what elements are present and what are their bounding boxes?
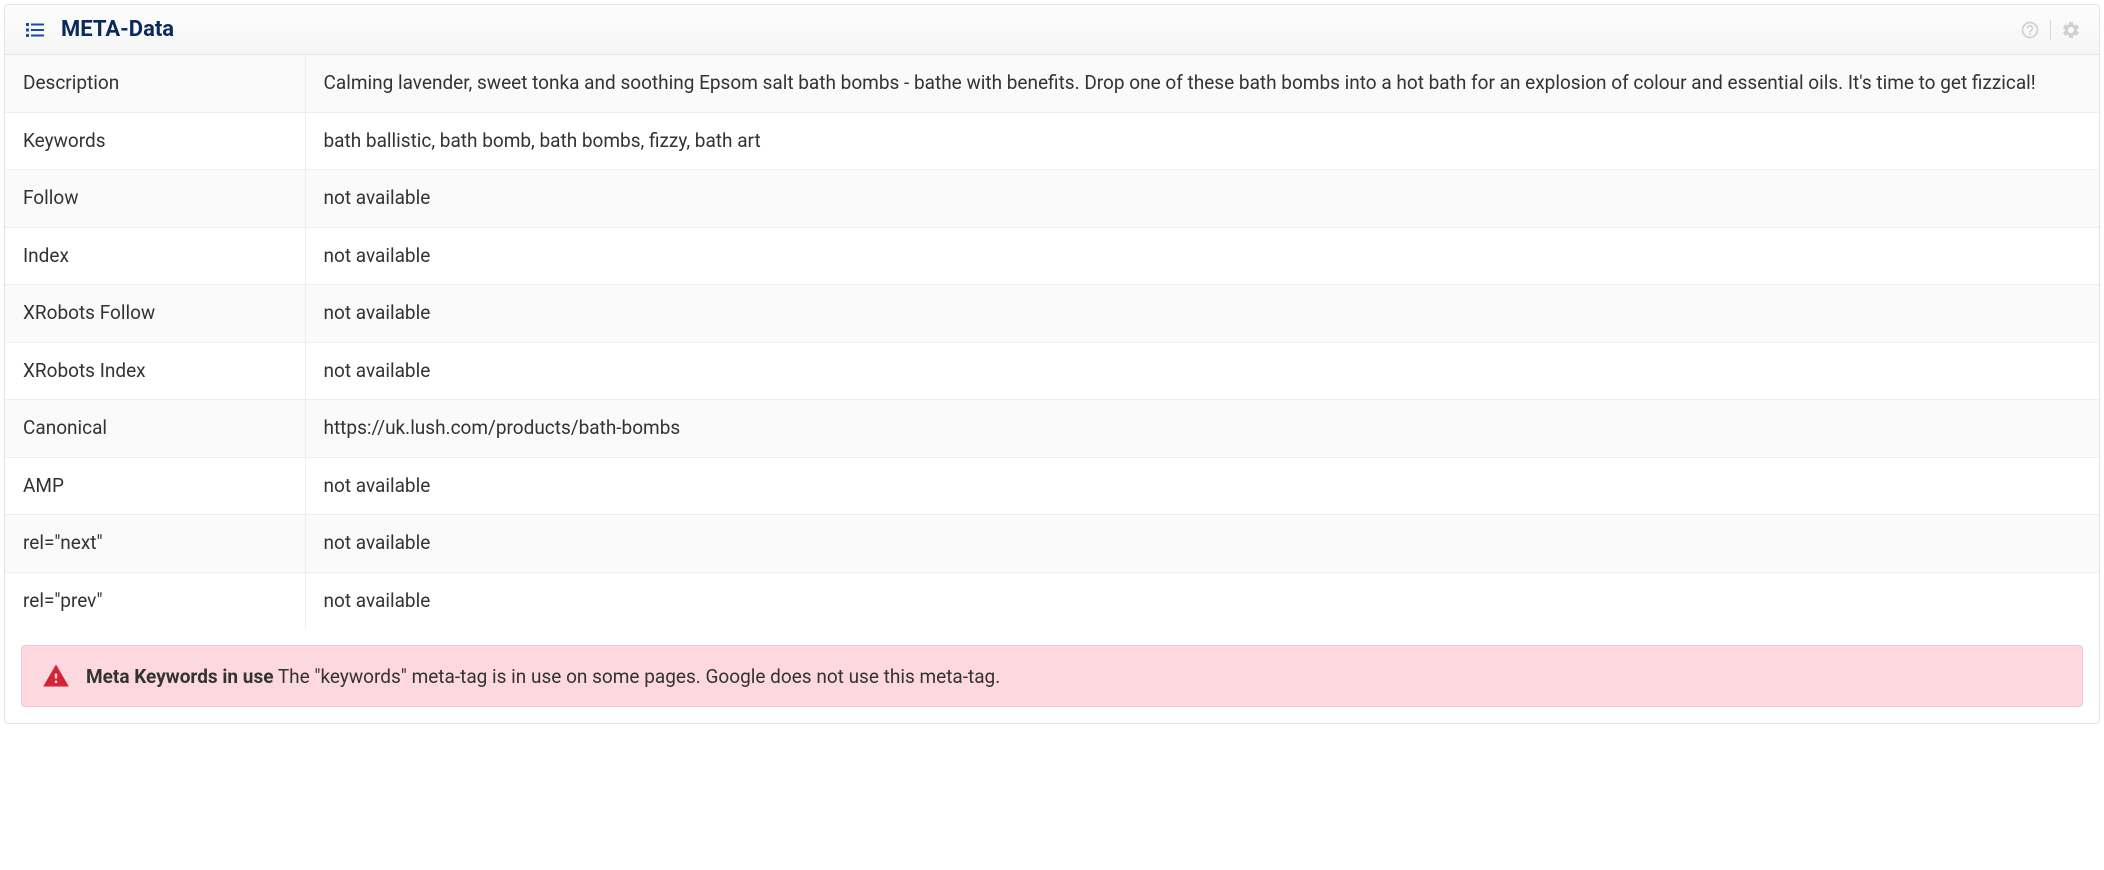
alert-title: Meta Keywords in use: [86, 665, 273, 688]
help-icon[interactable]: [2020, 20, 2040, 40]
table-row: AMPnot available: [5, 457, 2099, 515]
row-label: Keywords: [5, 112, 305, 170]
list-icon: [23, 18, 47, 42]
alert-text: Meta Keywords in use The "keywords" meta…: [86, 665, 1000, 688]
row-value: not available: [305, 285, 2099, 343]
row-value: not available: [305, 170, 2099, 228]
row-label: AMP: [5, 457, 305, 515]
divider: [2050, 20, 2051, 40]
row-label: XRobots Index: [5, 342, 305, 400]
row-label: XRobots Follow: [5, 285, 305, 343]
row-label: Canonical: [5, 400, 305, 458]
row-value: Calming lavender, sweet tonka and soothi…: [305, 55, 2099, 112]
table-row: XRobots Follownot available: [5, 285, 2099, 343]
row-value: not available: [305, 515, 2099, 573]
table-row: Canonicalhttps://uk.lush.com/products/ba…: [5, 400, 2099, 458]
row-value: not available: [305, 457, 2099, 515]
meta-data-panel: META-Data DescriptionCalming lavender, s…: [4, 4, 2100, 724]
alert-meta-keywords: Meta Keywords in use The "keywords" meta…: [21, 645, 2083, 707]
table-row: Indexnot available: [5, 227, 2099, 285]
row-label: Index: [5, 227, 305, 285]
table-row: rel="next"not available: [5, 515, 2099, 573]
table-row: Follownot available: [5, 170, 2099, 228]
alert-body: The "keywords" meta-tag is in use on som…: [278, 665, 1000, 688]
meta-data-table: DescriptionCalming lavender, sweet tonka…: [5, 55, 2099, 629]
table-row: DescriptionCalming lavender, sweet tonka…: [5, 55, 2099, 112]
row-label: Follow: [5, 170, 305, 228]
row-value: not available: [305, 572, 2099, 629]
table-row: rel="prev"not available: [5, 572, 2099, 629]
row-label: rel="prev": [5, 572, 305, 629]
warning-icon: [42, 662, 70, 690]
table-row: Keywordsbath ballistic, bath bomb, bath …: [5, 112, 2099, 170]
row-value: not available: [305, 342, 2099, 400]
row-label: Description: [5, 55, 305, 112]
row-value: https://uk.lush.com/products/bath-bombs: [305, 400, 2099, 458]
panel-title: META-Data: [61, 17, 174, 42]
row-label: rel="next": [5, 515, 305, 573]
table-row: XRobots Indexnot available: [5, 342, 2099, 400]
row-value: not available: [305, 227, 2099, 285]
row-value: bath ballistic, bath bomb, bath bombs, f…: [305, 112, 2099, 170]
panel-header-right: [2020, 20, 2081, 40]
panel-header: META-Data: [5, 5, 2099, 55]
gear-icon[interactable]: [2061, 20, 2081, 40]
panel-header-left: META-Data: [23, 17, 174, 42]
